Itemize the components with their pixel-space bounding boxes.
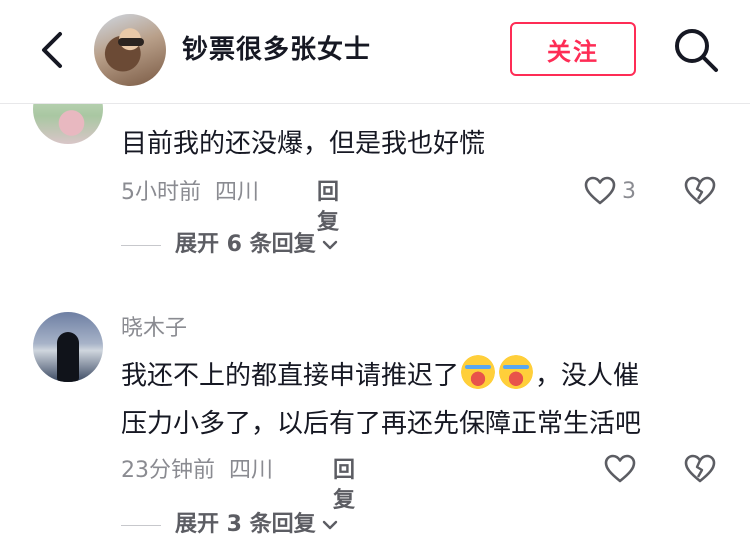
commenter-name[interactable]: 晓木子 <box>121 314 187 344</box>
comment-location: 四川 <box>215 180 260 205</box>
comment-meta: 5小时前 四川 回复 <box>121 178 339 235</box>
top-bar: 钞票很多张女士 关注 <box>0 0 750 104</box>
comment-time: 5小时前 <box>121 180 201 205</box>
expand-label: 展开 3 条回复 <box>175 512 316 537</box>
comment-text-part: 我还不上的都直接申请推迟了 <box>121 361 460 391</box>
comment-text-part: ，没人催 <box>535 361 640 391</box>
like-button[interactable] <box>604 454 642 484</box>
like-button[interactable]: 3 <box>584 176 636 206</box>
chevron-down-icon <box>322 240 337 250</box>
heart-outline-icon <box>584 176 616 205</box>
crying-laughing-emoji-icon <box>499 355 534 389</box>
expand-divider <box>121 244 161 246</box>
expand-divider <box>121 524 161 526</box>
search-icon <box>675 29 718 72</box>
profile-avatar[interactable] <box>94 14 166 86</box>
like-count: 3 <box>622 178 636 204</box>
comment-text[interactable]: 目前我的还没爆，但是我也好慌 <box>121 120 721 168</box>
heart-outline-icon <box>604 454 636 483</box>
comment-meta: 23分钟前 四川 回复 <box>121 456 355 513</box>
crying-laughing-emoji-icon <box>461 355 496 389</box>
expand-replies-button[interactable]: 展开 3 条回复 <box>121 510 338 540</box>
search-button[interactable] <box>672 26 720 74</box>
follow-button[interactable]: 关注 <box>510 22 636 76</box>
broken-heart-icon <box>684 454 716 483</box>
reply-button[interactable]: 回复 <box>333 456 355 516</box>
chevron-down-icon <box>322 520 337 530</box>
commenter-avatar[interactable] <box>33 312 103 382</box>
comment-text-part: 压力小多了，以后有了再还先保障正常生活吧 <box>121 409 642 439</box>
dislike-button[interactable] <box>684 176 716 210</box>
comment-time: 23分钟前 <box>121 458 215 483</box>
profile-name[interactable]: 钞票很多张女士 <box>182 30 371 70</box>
back-button[interactable] <box>30 28 74 72</box>
header-divider <box>0 103 750 104</box>
chevron-left-icon <box>42 32 62 68</box>
avatar-detail <box>118 38 144 46</box>
dislike-button[interactable] <box>684 454 716 488</box>
expand-replies-button[interactable]: 展开 6 条回复 <box>121 230 338 260</box>
expand-label: 展开 6 条回复 <box>175 232 316 257</box>
avatar-detail <box>57 332 79 382</box>
broken-heart-icon <box>684 176 716 205</box>
comment-location: 四川 <box>229 458 274 483</box>
comment-text[interactable]: 我还不上的都直接申请推迟了 ，没人催 压力小多了，以后有了再还先保障正常生活吧 <box>121 352 721 448</box>
reply-button[interactable]: 回复 <box>317 178 339 238</box>
